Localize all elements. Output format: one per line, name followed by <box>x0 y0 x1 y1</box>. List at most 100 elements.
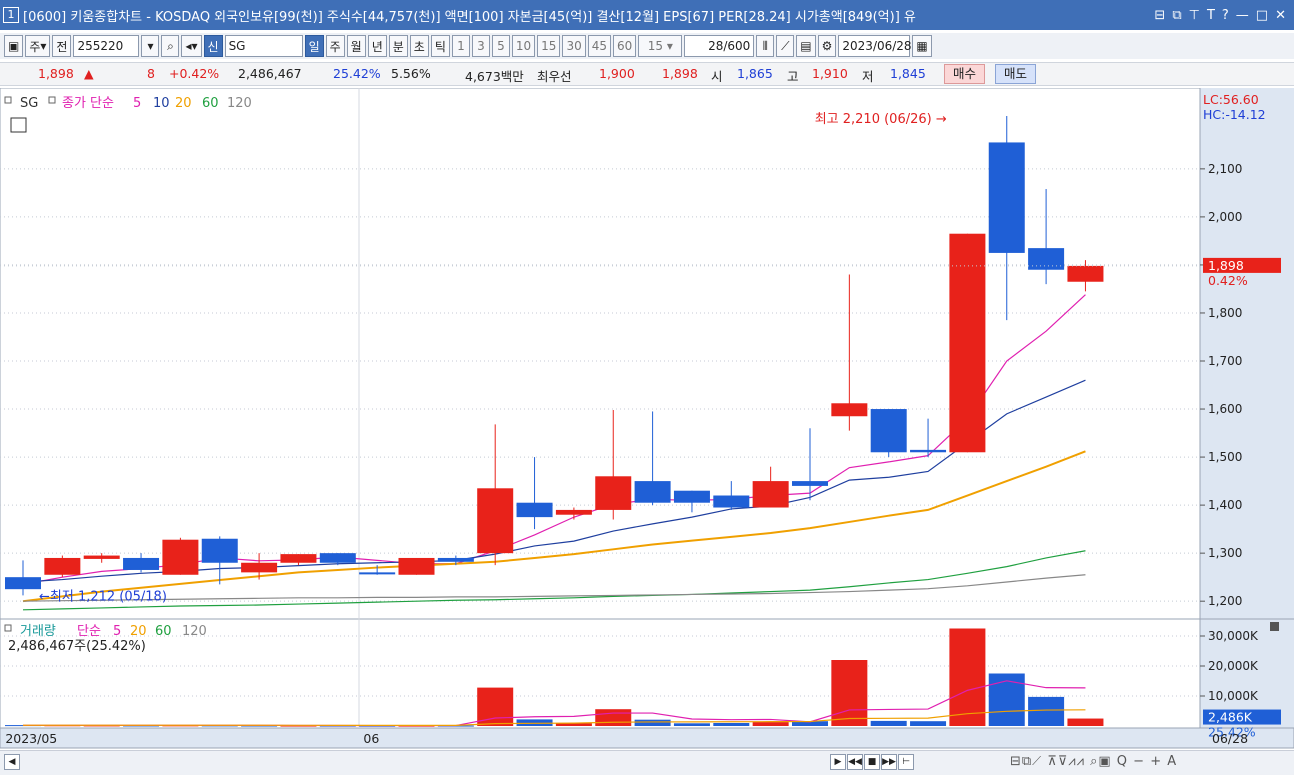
legend-stock-name: SG <box>20 96 38 111</box>
candle-type-icon[interactable]: ⫴ <box>756 35 775 57</box>
window-number-badge: 1 <box>3 7 19 23</box>
volume-bar <box>752 722 789 726</box>
tab-year[interactable]: 년 <box>367 35 387 57</box>
price-tick-label: 1,800 <box>1208 306 1242 320</box>
legend-indicator: 종가 단순 <box>62 96 114 111</box>
price-tick-label: 1,300 <box>1208 546 1242 560</box>
open-label: 시 <box>711 69 723 84</box>
date-input[interactable]: 2023/06/28 <box>838 35 912 57</box>
interval-45-button[interactable]: 45 <box>587 35 612 57</box>
interval-15-button[interactable]: 15 <box>537 35 561 57</box>
code-input[interactable]: 255220 <box>73 35 140 57</box>
table-view-icon <box>10 117 27 133</box>
volume-legend-name: 거래량 <box>20 624 56 639</box>
tab-second[interactable]: 초 <box>409 35 429 57</box>
close-icon[interactable]: ✕ <box>1275 8 1286 23</box>
tab-tick[interactable]: 틱 <box>430 35 450 57</box>
copy-window-icon[interactable]: ⧉ <box>1172 8 1181 23</box>
interval-select[interactable]: 15 ▾ <box>638 35 683 57</box>
legend-period: 20 <box>175 96 192 111</box>
new-badge: 신 <box>203 35 223 57</box>
chart-menu-icon[interactable]: ▣ <box>4 35 24 57</box>
zoom-slider-icon[interactable]: ⊢ <box>898 754 914 770</box>
stop-icon[interactable]: ■ <box>864 754 880 770</box>
prev-button[interactable]: 전 <box>52 35 72 57</box>
search-icon[interactable]: ⌕ <box>161 35 180 57</box>
speaker-icon[interactable]: ◂▾ <box>181 35 202 57</box>
quote-info-row: 1,898 ▲ 8 +0.42% 2,486,467 25.42% 5.56% … <box>0 62 1294 86</box>
candle-body <box>949 233 986 453</box>
tab-day[interactable]: 일 <box>304 35 324 57</box>
price-tick-label: 2,100 <box>1208 162 1242 176</box>
candle-body <box>319 553 356 563</box>
price-tick-label: 1,500 <box>1208 450 1242 464</box>
stock-name-field[interactable]: SG <box>224 35 303 57</box>
candle-body <box>516 502 553 518</box>
trade-amount: 4,673백만 <box>465 69 524 84</box>
stock-chart[interactable]: 2,1002,0001,9001,8001,7001,6001,5001,400… <box>0 88 1294 750</box>
volume-bar <box>949 628 986 726</box>
time-axis-label: 2023/05 <box>5 731 57 746</box>
candle-body <box>359 572 396 575</box>
best-quote-label: 최우선 <box>537 69 572 84</box>
tab-month[interactable]: 월 <box>346 35 366 57</box>
drawing-tools[interactable]: ⊟⧉⟋ ⊼⊽⩘⩘ ⌕▣ Q − + A <box>1010 754 1177 769</box>
volume-bar <box>1028 696 1065 726</box>
candle-body <box>83 555 120 559</box>
interval-10-button[interactable]: 10 <box>511 35 536 57</box>
play-icon[interactable]: ▶ <box>830 754 846 770</box>
candle-body <box>634 481 671 503</box>
forward-icon[interactable]: ▶▶ <box>881 754 897 770</box>
period-select[interactable]: 주 ▾ <box>25 35 51 57</box>
price-tick-label: 1,400 <box>1208 498 1242 512</box>
help-icon[interactable]: ? <box>1222 8 1229 23</box>
price-change: 8 <box>147 66 155 81</box>
price-tick-label: 1,200 <box>1208 594 1242 608</box>
pin-icon[interactable]: ⊤ <box>1189 8 1200 23</box>
interval-30-button[interactable]: 30 <box>562 35 586 57</box>
save-icon[interactable]: ▤ <box>796 35 816 57</box>
count-input[interactable]: 28/600 <box>684 35 755 57</box>
candle-body <box>792 481 828 486</box>
buy-button[interactable]: 매수 <box>944 64 986 84</box>
legend-period: 120 <box>227 96 252 111</box>
candle-body <box>870 409 907 453</box>
settings-icon[interactable]: ⚙ <box>817 35 837 57</box>
line-type-icon[interactable]: ⟋ <box>776 35 795 57</box>
low-annotation: ←최저 1,212 (05/18) <box>39 589 167 604</box>
volume-legend-period: 20 <box>130 624 147 639</box>
change-percent: +0.42% <box>169 66 220 81</box>
legend-period: 10 <box>153 96 170 111</box>
rewind-icon[interactable]: ◀◀ <box>847 754 863 770</box>
volume-legend-period: 120 <box>182 624 207 639</box>
volume-info: 2,486,467주(25.42%) <box>8 639 146 654</box>
tab-week[interactable]: 주 <box>325 35 345 57</box>
current-pct-label: 0.42% <box>1208 273 1248 288</box>
sell-button[interactable]: 매도 <box>995 64 1037 84</box>
interval-5-button[interactable]: 5 <box>491 35 510 57</box>
volume-tick-label: 20,000K <box>1208 659 1259 673</box>
maximize-icon[interactable]: □ <box>1256 8 1268 23</box>
minimize-icon[interactable]: — <box>1236 8 1249 23</box>
interval-3-button[interactable]: 3 <box>471 35 490 57</box>
volume-ratio: 25.42% <box>333 66 381 81</box>
candle-body <box>1067 265 1104 282</box>
legend-period: 5 <box>133 96 141 111</box>
interval-1-button[interactable]: 1 <box>451 35 470 57</box>
interval-60-button[interactable]: 60 <box>613 35 637 57</box>
tab-minute[interactable]: 분 <box>388 35 408 57</box>
code-dropdown-icon[interactable]: ▾ <box>141 35 160 57</box>
time-axis-label: 06/28 <box>1212 731 1248 746</box>
scroll-left-icon[interactable]: ◀ <box>4 754 20 770</box>
chart-background <box>0 88 1294 750</box>
layout-icon[interactable]: ⊟ <box>1154 8 1165 23</box>
chart-toolbar: ▣ 주 ▾ 전 255220 ▾ ⌕ ◂▾ 신 SG 일 주 월 년 분 초 틱… <box>0 33 1294 59</box>
high-annotation: 최고 2,210 (06/26) → <box>815 112 947 127</box>
calendar-icon[interactable]: ▦ <box>912 35 932 57</box>
candle-body <box>910 449 947 453</box>
candle-body <box>988 142 1025 253</box>
current-price: 1,898 <box>38 66 74 81</box>
candle-body <box>5 577 41 590</box>
text-icon[interactable]: T <box>1207 8 1215 23</box>
candle-body <box>280 554 317 563</box>
